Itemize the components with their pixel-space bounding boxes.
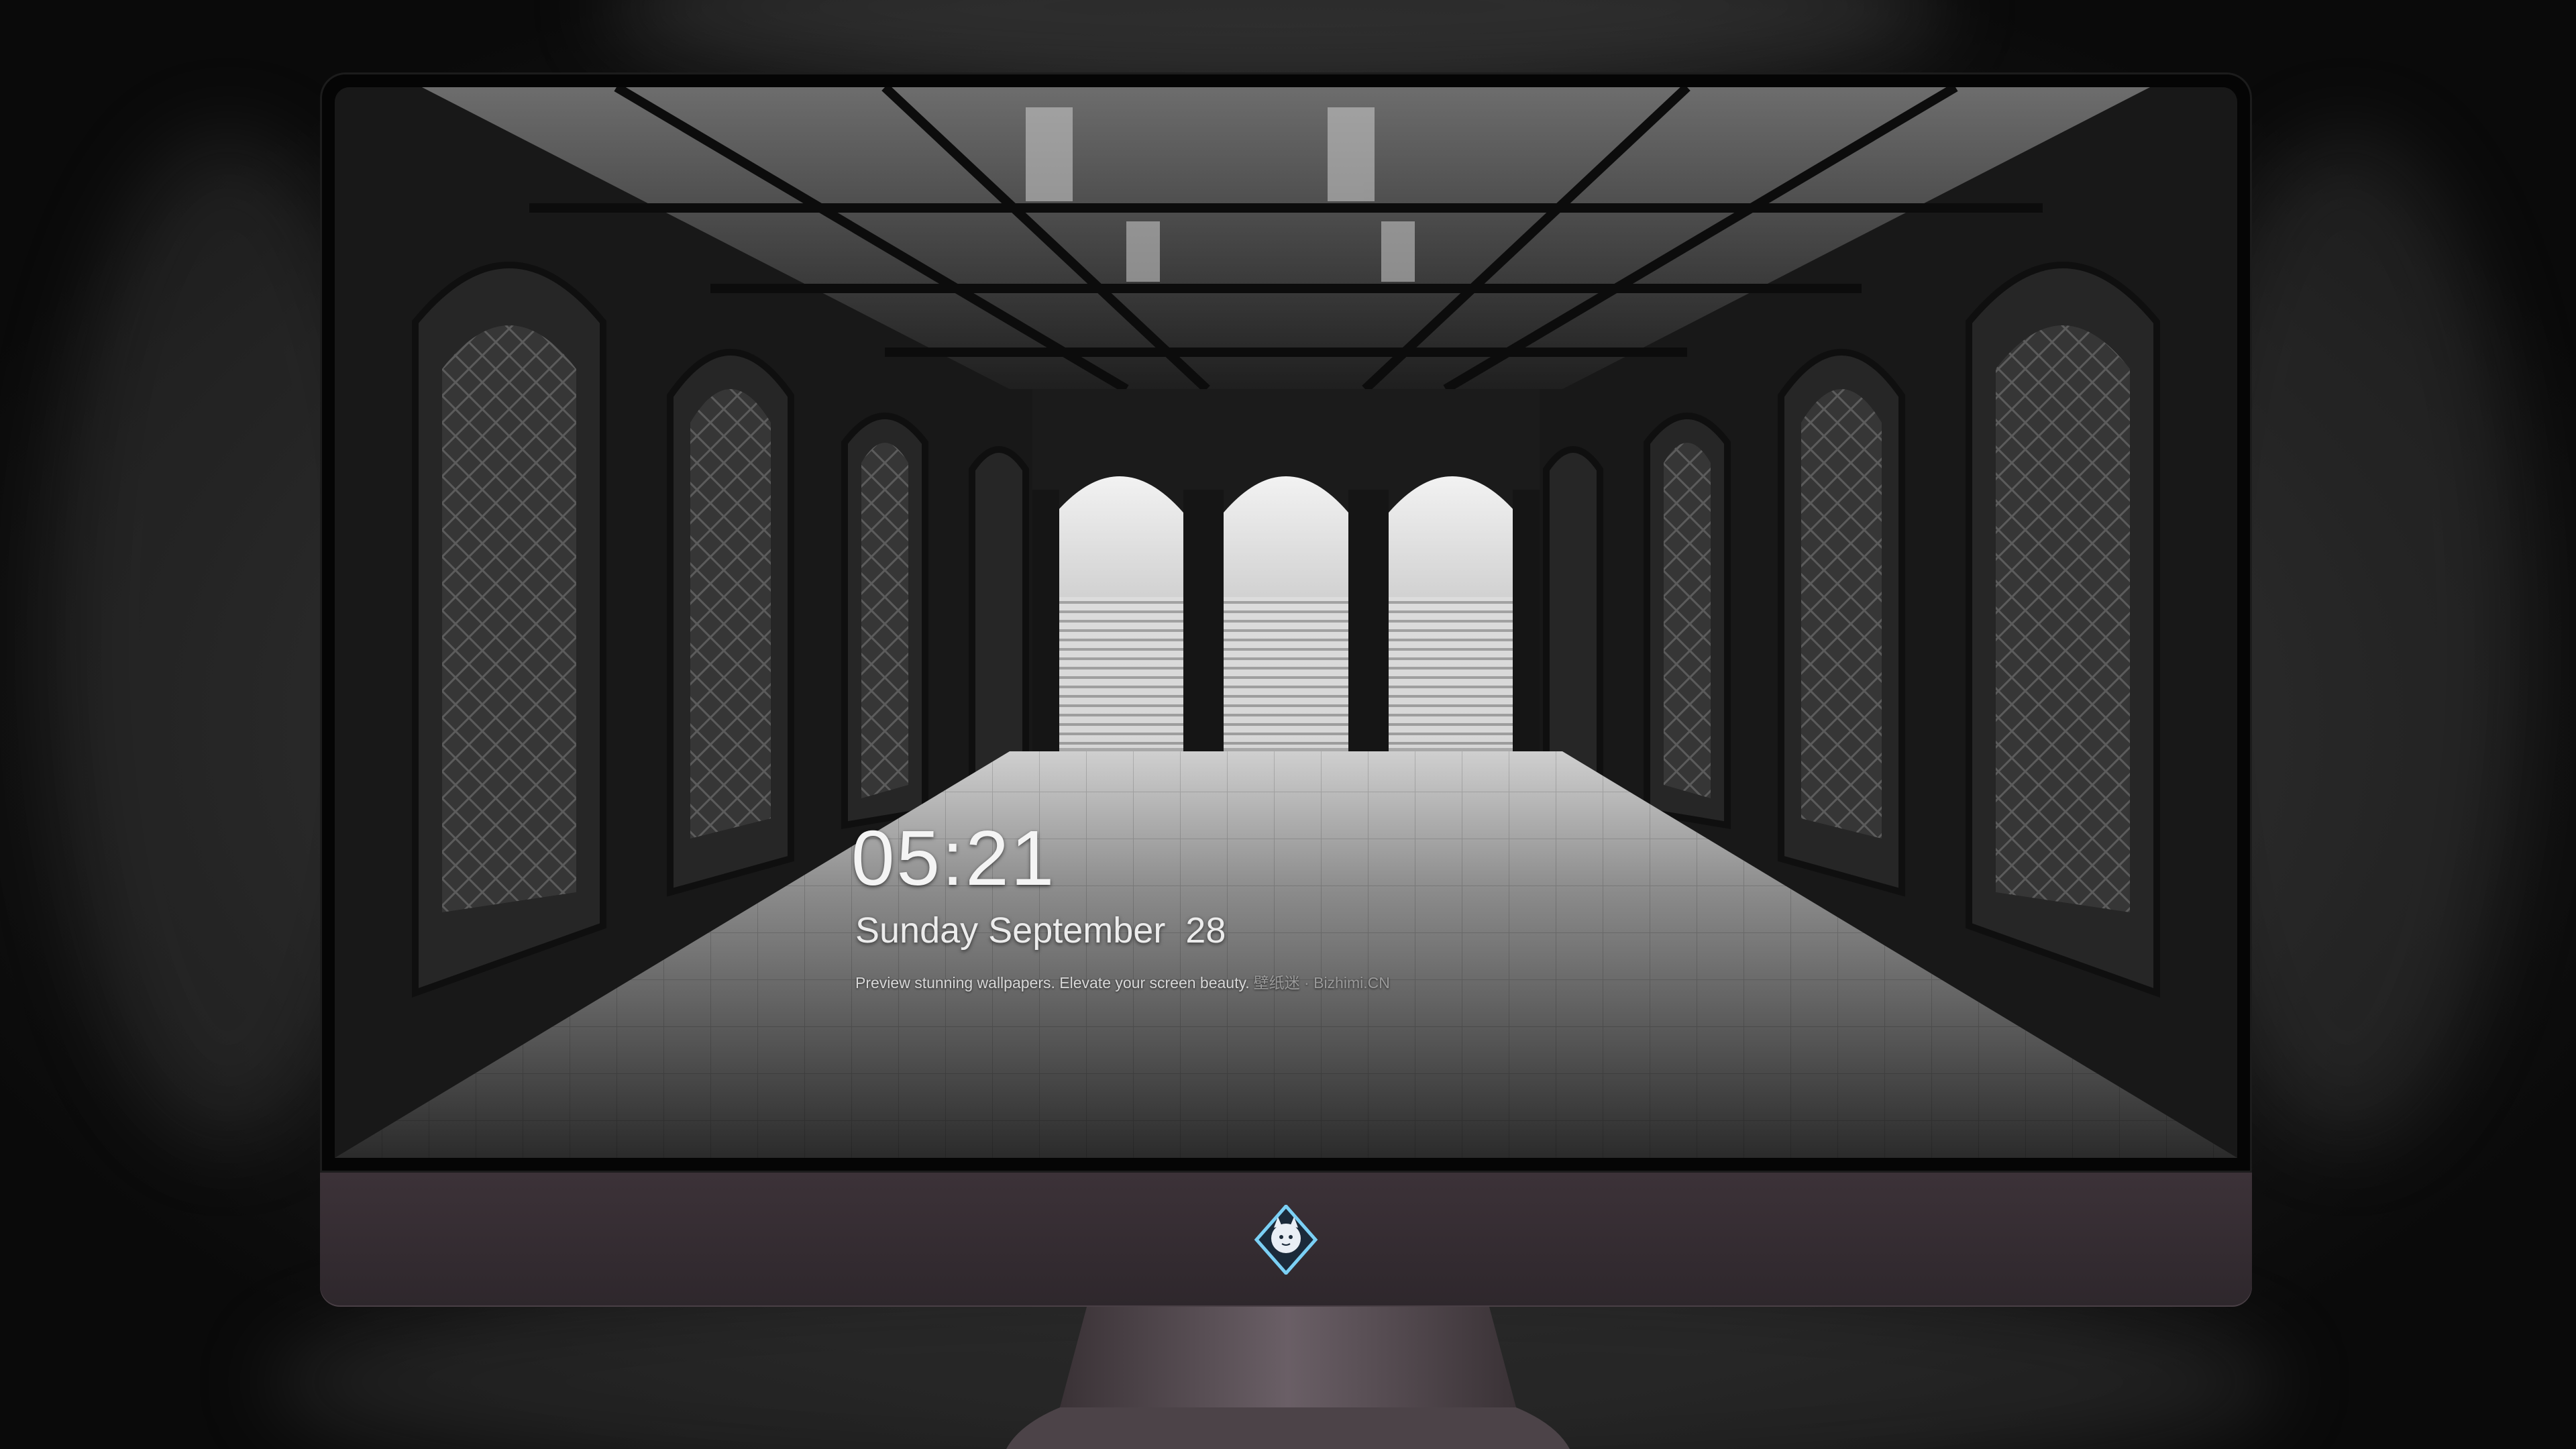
lockscreen-date: Sunday September 28 [855, 910, 1226, 951]
desktop-scene: 05:21 Sunday September 28 Preview stunnin… [0, 0, 2576, 1449]
lockscreen-time: 05:21 [851, 814, 1057, 902]
monitor-chin [320, 1173, 2252, 1307]
lockscreen-day: 28 [1185, 910, 1226, 951]
tagline-text: Preview stunning wallpapers. Elevate you… [855, 974, 1250, 991]
monitor-stand [1006, 1307, 1570, 1449]
mascot-logo-icon [1254, 1205, 1318, 1275]
wallpaper-image [335, 87, 2237, 1158]
tagline-credit: 壁纸迷 · Bizhimi.CN [1253, 974, 1390, 991]
lockscreen-tagline: Preview stunning wallpapers. Elevate you… [855, 970, 1390, 993]
monitor: 05:21 Sunday September 28 Preview stunnin… [320, 72, 2252, 1307]
lock-screen[interactable]: 05:21 Sunday September 28 Preview stunnin… [335, 87, 2237, 1158]
monitor-bezel: 05:21 Sunday September 28 Preview stunnin… [320, 72, 2252, 1173]
lockscreen-weekday-month: Sunday September [855, 910, 1166, 951]
